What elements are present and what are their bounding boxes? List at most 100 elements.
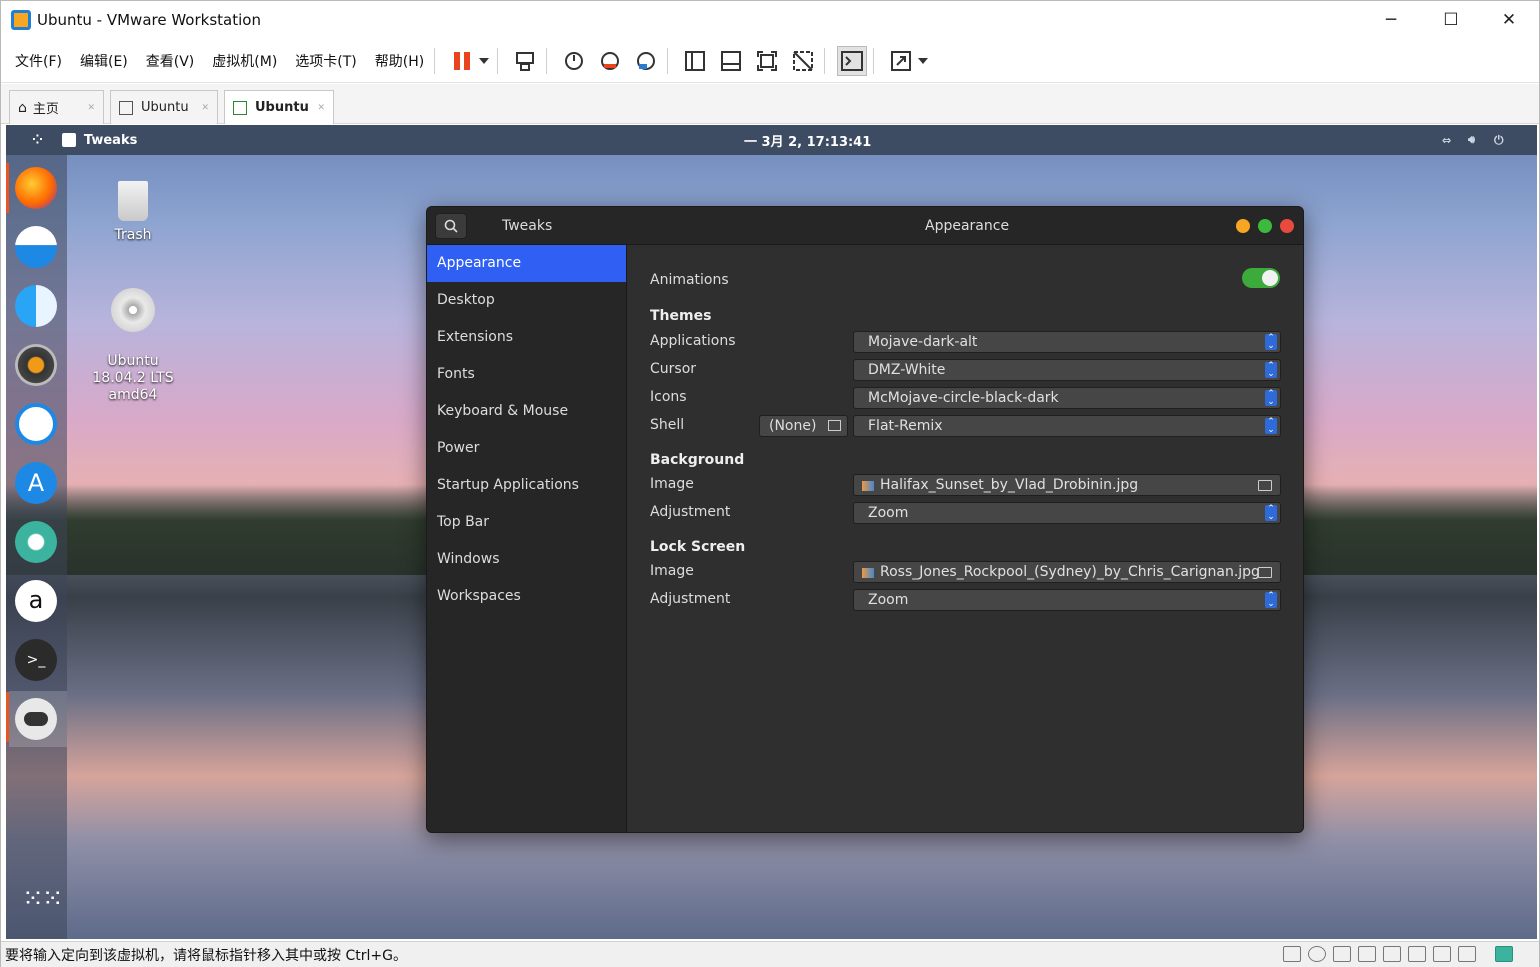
show-library-icon[interactable] xyxy=(680,46,710,76)
console-view-icon[interactable] xyxy=(837,45,868,76)
network-icon[interactable]: ⇔ xyxy=(1442,134,1451,147)
toolbar-divider xyxy=(873,47,875,74)
tab-home[interactable]: ⌂ 主页 ✕ xyxy=(9,90,104,124)
menu-vm[interactable]: 虚拟机(M) xyxy=(212,51,277,71)
app-store-icon[interactable]: A xyxy=(15,462,57,504)
send-ctrl-alt-del-icon[interactable] xyxy=(510,46,540,76)
tweaks-icon[interactable] xyxy=(15,698,57,740)
close-button[interactable]: ✕ xyxy=(1479,1,1539,39)
maximize-button[interactable]: ☐ xyxy=(1421,1,1481,39)
activities-grid-icon[interactable]: ⁘ xyxy=(32,133,44,148)
app-menu[interactable]: Tweaks xyxy=(84,133,137,148)
mail-icon[interactable] xyxy=(15,226,57,268)
thumbnail-bar-icon[interactable] xyxy=(716,46,746,76)
sidebar-item-desktop[interactable]: Desktop xyxy=(427,282,626,319)
tab-close-icon[interactable]: ✕ xyxy=(317,103,325,113)
terminal-icon[interactable]: >_ xyxy=(15,639,57,681)
guest-display[interactable]: ⁘ Tweaks 一 3月 2, 17:13:41 ⇔ 🔊︎ ⏻ A a >_ … xyxy=(6,125,1537,939)
help-icon[interactable] xyxy=(15,521,57,563)
updown-arrows-icon: ⌃ ⌄ xyxy=(1265,334,1277,351)
tab-ubuntu-1[interactable]: Ubuntu ✕ xyxy=(110,90,218,124)
background-adjustment-label: Adjustment xyxy=(650,504,731,520)
power-icon[interactable]: ⏻ xyxy=(1494,133,1504,148)
printer-icon[interactable] xyxy=(1358,946,1376,962)
sidebar-item-windows[interactable]: Windows xyxy=(427,541,626,578)
snapshot-manager-icon[interactable] xyxy=(631,46,661,76)
sidebar-item-startup-applications[interactable]: Startup Applications xyxy=(427,467,626,504)
stretch-guest-icon[interactable] xyxy=(886,46,916,76)
sidebar-item-appearance[interactable]: Appearance xyxy=(427,245,626,282)
tab-close-icon[interactable]: ✕ xyxy=(87,103,95,113)
close-dot[interactable] xyxy=(1280,219,1294,233)
rhythmbox-icon[interactable] xyxy=(15,344,57,386)
minimize-button[interactable]: ─ xyxy=(1361,1,1421,39)
shell-file-button[interactable]: (None) xyxy=(759,415,848,437)
usb-device-icon[interactable] xyxy=(1408,946,1426,962)
vmware-window: Ubuntu - VMware Workstation ─ ☐ ✕ 文件(F) … xyxy=(0,0,1540,967)
sidebar-item-top-bar[interactable]: Top Bar xyxy=(427,504,626,541)
icons-theme-select[interactable]: McMojave-circle-black-dark ⌃ ⌄ xyxy=(853,387,1281,409)
lock-adjustment-select[interactable]: Zoom ⌃ ⌄ xyxy=(853,589,1281,611)
icons-label: Icons xyxy=(650,389,687,405)
sidebar-item-workspaces[interactable]: Workspaces xyxy=(427,578,626,615)
select-value: McMojave-circle-black-dark xyxy=(868,390,1059,406)
shell-theme-select[interactable]: Flat-Remix ⌃ ⌄ xyxy=(853,415,1281,437)
lock-image-chooser[interactable]: Ross_Jones_Rockpool_(Sydney)_by_Chris_Ca… xyxy=(853,561,1281,583)
unity-mode-icon[interactable] xyxy=(788,46,818,76)
panel-title: Appearance xyxy=(925,218,1010,234)
desktop-icon-ubuntu-disc[interactable]: Ubuntu 18.04.2 LTS amd64 xyxy=(88,271,178,404)
pause-dropdown-icon[interactable] xyxy=(477,46,491,76)
pause-icon[interactable] xyxy=(447,46,477,76)
toolbar-divider xyxy=(434,47,436,74)
volume-icon[interactable]: 🔊︎ xyxy=(1468,133,1475,147)
menu-view[interactable]: 查看(V) xyxy=(146,51,195,71)
tab-ubuntu-active[interactable]: Ubuntu ✕ xyxy=(224,90,334,124)
select-value: DMZ-White xyxy=(868,362,946,378)
revert-snapshot-icon[interactable] xyxy=(595,46,625,76)
removable-device-icon[interactable] xyxy=(1433,946,1451,962)
menu-help[interactable]: 帮助(H) xyxy=(375,51,424,71)
menu-edit[interactable]: 编辑(E) xyxy=(80,51,128,71)
minimize-dot[interactable] xyxy=(1236,219,1250,233)
background-adjustment-select[interactable]: Zoom ⌃ ⌄ xyxy=(853,502,1281,524)
disc-icon xyxy=(111,288,155,332)
title-bar: Ubuntu - VMware Workstation ─ ☐ ✕ xyxy=(1,1,1539,39)
toolbar-divider xyxy=(667,47,669,74)
maximize-dot[interactable] xyxy=(1258,219,1272,233)
cd-dvd-icon[interactable] xyxy=(1308,946,1326,962)
firefox-icon[interactable] xyxy=(15,167,57,209)
sidebar-item-extensions[interactable]: Extensions xyxy=(427,319,626,356)
menu-tabs[interactable]: 选项卡(T) xyxy=(295,51,356,71)
tweaks-app-icon xyxy=(61,133,76,147)
snapshot-icon[interactable] xyxy=(559,46,589,76)
sound-card-icon[interactable] xyxy=(1383,946,1401,962)
stretch-dropdown-icon[interactable] xyxy=(916,46,930,76)
menu-file[interactable]: 文件(F) xyxy=(15,51,62,71)
desktop-icon-label: Ubuntu 18.04.2 LTS amd64 xyxy=(92,353,174,403)
network-adapter-icon[interactable] xyxy=(1333,946,1351,962)
background-image-chooser[interactable]: Halifax_Sunset_by_Vlad_Drobinin.jpg xyxy=(853,474,1281,496)
animations-toggle[interactable] xyxy=(1242,268,1280,288)
updown-arrows-icon: ⌃ ⌄ xyxy=(1265,390,1277,407)
search-button[interactable] xyxy=(435,213,467,239)
writer-icon[interactable] xyxy=(15,403,57,445)
applications-label: Applications xyxy=(650,333,736,349)
tab-close-icon[interactable]: ✕ xyxy=(201,103,209,113)
clock[interactable]: 一 3月 2, 17:13:41 xyxy=(744,131,871,150)
finder-icon[interactable] xyxy=(15,285,57,327)
applications-theme-select[interactable]: Mojave-dark-alt ⌃ ⌄ xyxy=(853,331,1281,353)
show-applications-icon[interactable]: ⁙⁙ xyxy=(22,886,64,912)
tab-label: Ubuntu xyxy=(255,100,309,115)
desktop-icon-trash[interactable]: Trash xyxy=(88,181,178,243)
amazon-icon[interactable]: a xyxy=(15,580,57,622)
sidebar-item-fonts[interactable]: Fonts xyxy=(427,356,626,393)
search-icon xyxy=(444,219,458,233)
display-icon[interactable] xyxy=(1458,946,1476,962)
sidebar-item-power[interactable]: Power xyxy=(427,430,626,467)
sidebar-item-keyboard-mouse[interactable]: Keyboard & Mouse xyxy=(427,393,626,430)
full-screen-icon[interactable] xyxy=(752,46,782,76)
cursor-theme-select[interactable]: DMZ-White ⌃ ⌄ xyxy=(853,359,1281,381)
folder-icon xyxy=(1258,567,1272,578)
message-log-icon[interactable] xyxy=(1495,946,1513,962)
hard-disk-icon[interactable] xyxy=(1283,946,1301,962)
